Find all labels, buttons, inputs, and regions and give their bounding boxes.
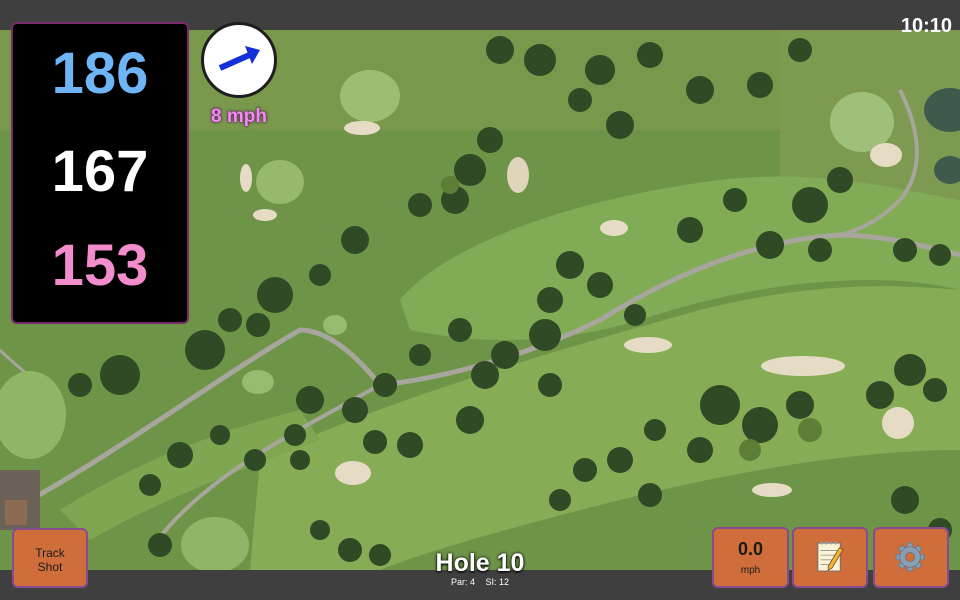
distance-middle-value: 167 [51, 139, 149, 204]
hole-par: Par: 4 [450, 577, 475, 587]
wind-direction-indicator [201, 22, 277, 98]
track-shot-label-line-1: Track [35, 546, 65, 560]
hole-title: Hole 10 [435, 549, 525, 577]
settings-button[interactable] [873, 527, 949, 588]
status-time: 10:10 [900, 15, 952, 37]
notes-button[interactable] [792, 527, 868, 588]
distance-back-value: 186 [51, 41, 149, 106]
track-shot-label-line-2: Shot [37, 560, 63, 574]
distance-panel: 186 167 153 [11, 22, 189, 324]
wind-direction-arrow-icon [218, 46, 260, 71]
speed-value: 0.0 [737, 539, 764, 559]
gear-icon [895, 542, 925, 572]
track-shot-button[interactable]: Track Shot [12, 528, 88, 588]
hole-meta: Par: 4 SI: 12 [380, 577, 580, 588]
speed-button[interactable]: 0.0 mph [712, 527, 789, 588]
wind-speed-label: 8 mph [211, 106, 267, 127]
speed-unit: mph [740, 565, 761, 576]
hole-stroke-index: SI: 12 [485, 577, 510, 587]
notepad-icon [817, 541, 844, 572]
distance-front-value: 153 [51, 233, 149, 298]
